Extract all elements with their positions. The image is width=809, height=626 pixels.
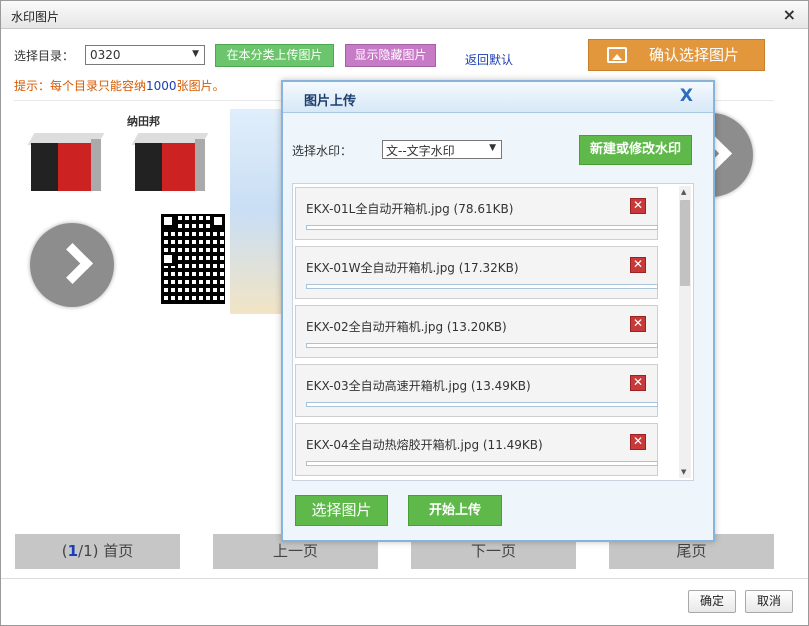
file-item: EKX-02全自动开箱机.jpg (13.20KB) ✕	[295, 305, 658, 358]
pager-first-label: 首页	[103, 542, 134, 560]
chevron-down-icon: ▼	[192, 49, 199, 59]
file-item: EKX-01W全自动开箱机.jpg (17.32KB) ✕	[295, 246, 658, 299]
gallery-image-arrow-right-icon[interactable]	[30, 223, 114, 307]
gallery-image-box-1[interactable]	[23, 125, 105, 195]
pager-total: /1)	[78, 542, 99, 560]
return-default-link[interactable]: 返回默认	[465, 51, 513, 68]
watermark-select-value: 文--文字水印	[386, 144, 455, 158]
upload-in-category-button[interactable]: 在本分类上传图片	[215, 44, 334, 67]
footer-divider	[1, 578, 808, 579]
pager-current-page: 1	[67, 542, 79, 560]
ok-button[interactable]: 确定	[688, 590, 736, 613]
scroll-down-icon[interactable]: ▼	[681, 468, 686, 476]
file-item: EKX-01L全自动开箱机.jpg (78.61KB) ✕	[295, 187, 658, 240]
pager-first[interactable]: (1/1) 首页	[15, 534, 180, 569]
watermark-label: 选择水印：	[292, 144, 353, 158]
watermark-window: 水印图片 × 选择目录： 0320 ▼ 在本分类上传图片 显示隐藏图片 返回默认…	[0, 0, 809, 626]
close-icon[interactable]: ×	[783, 5, 796, 24]
file-name: EKX-03全自动高速开箱机.jpg (13.49KB)	[306, 379, 531, 393]
scroll-up-icon[interactable]: ▲	[681, 188, 686, 196]
file-item: EKX-03全自动高速开箱机.jpg (13.49KB) ✕	[295, 364, 658, 417]
file-name: EKX-02全自动开箱机.jpg (13.20KB)	[306, 320, 507, 334]
chevron-down-icon: ▼	[489, 143, 496, 153]
window-title: 水印图片	[11, 10, 60, 24]
gallery-image-poster[interactable]	[230, 109, 282, 314]
choose-picture-button[interactable]: 选择图片	[295, 495, 388, 526]
show-hidden-button[interactable]: 显示隐藏图片	[345, 44, 436, 67]
hint-number: 1000	[146, 79, 177, 93]
delete-icon[interactable]: ✕	[630, 316, 646, 332]
delete-icon[interactable]: ✕	[630, 257, 646, 273]
title-bar: 水印图片 ×	[1, 1, 808, 29]
qr-corner	[161, 252, 175, 266]
hint-suffix: 张图片。	[176, 79, 225, 93]
file-list: EKX-01L全自动开箱机.jpg (78.61KB) ✕ EKX-01W全自动…	[292, 183, 694, 481]
hint-text: 提示：每个目录只能容纳1000张图片。	[14, 77, 225, 94]
file-name: EKX-01W全自动开箱机.jpg (17.32KB)	[306, 261, 519, 275]
file-name: EKX-01L全自动开箱机.jpg (78.61KB)	[306, 202, 514, 216]
progress-bar	[306, 225, 658, 230]
upload-dialog-title: 图片上传	[304, 94, 357, 109]
progress-bar	[306, 343, 658, 348]
scrollbar-thumb[interactable]	[680, 200, 690, 286]
new-watermark-button[interactable]: 新建或修改水印	[579, 135, 692, 165]
progress-bar	[306, 402, 658, 407]
file-name: EKX-04全自动热熔胶开箱机.jpg (11.49KB)	[306, 438, 543, 452]
progress-bar	[306, 461, 658, 466]
delete-icon[interactable]: ✕	[630, 198, 646, 214]
delete-icon[interactable]: ✕	[630, 375, 646, 391]
picture-icon	[607, 47, 627, 63]
box-face	[31, 143, 91, 191]
box-side	[195, 139, 205, 191]
box-side	[91, 139, 101, 191]
gallery-image-box-2[interactable]	[127, 125, 209, 195]
confirm-select-picture-button[interactable]: 确认选择图片	[588, 39, 765, 71]
dir-label: 选择目录：	[14, 49, 75, 63]
dir-select[interactable]: 0320 ▼	[85, 45, 205, 65]
start-upload-button[interactable]: 开始上传	[408, 495, 502, 526]
qr-corner	[211, 214, 225, 228]
qr-corner	[161, 214, 175, 228]
progress-bar	[306, 284, 658, 289]
file-item: EKX-04全自动热熔胶开箱机.jpg (11.49KB) ✕	[295, 423, 658, 476]
dir-select-value: 0320	[90, 48, 121, 62]
upload-dialog: 图片上传 X 选择水印： 文--文字水印 ▼ 新建或修改水印 EKX-01L全自…	[281, 80, 715, 542]
delete-icon[interactable]: ✕	[630, 434, 646, 450]
close-icon[interactable]: X	[680, 86, 693, 106]
upload-dialog-header: 图片上传 X	[283, 82, 713, 113]
file-list-scrollbar[interactable]: ▲ ▼	[679, 186, 691, 478]
box-face	[135, 143, 195, 191]
cancel-button[interactable]: 取消	[745, 590, 793, 613]
confirm-select-picture-label: 确认选择图片	[649, 46, 740, 64]
hint-prefix: 提示：每个目录只能容纳	[14, 79, 147, 93]
gallery-image-qr-code[interactable]	[161, 214, 225, 304]
watermark-select[interactable]: 文--文字水印 ▼	[382, 140, 502, 159]
